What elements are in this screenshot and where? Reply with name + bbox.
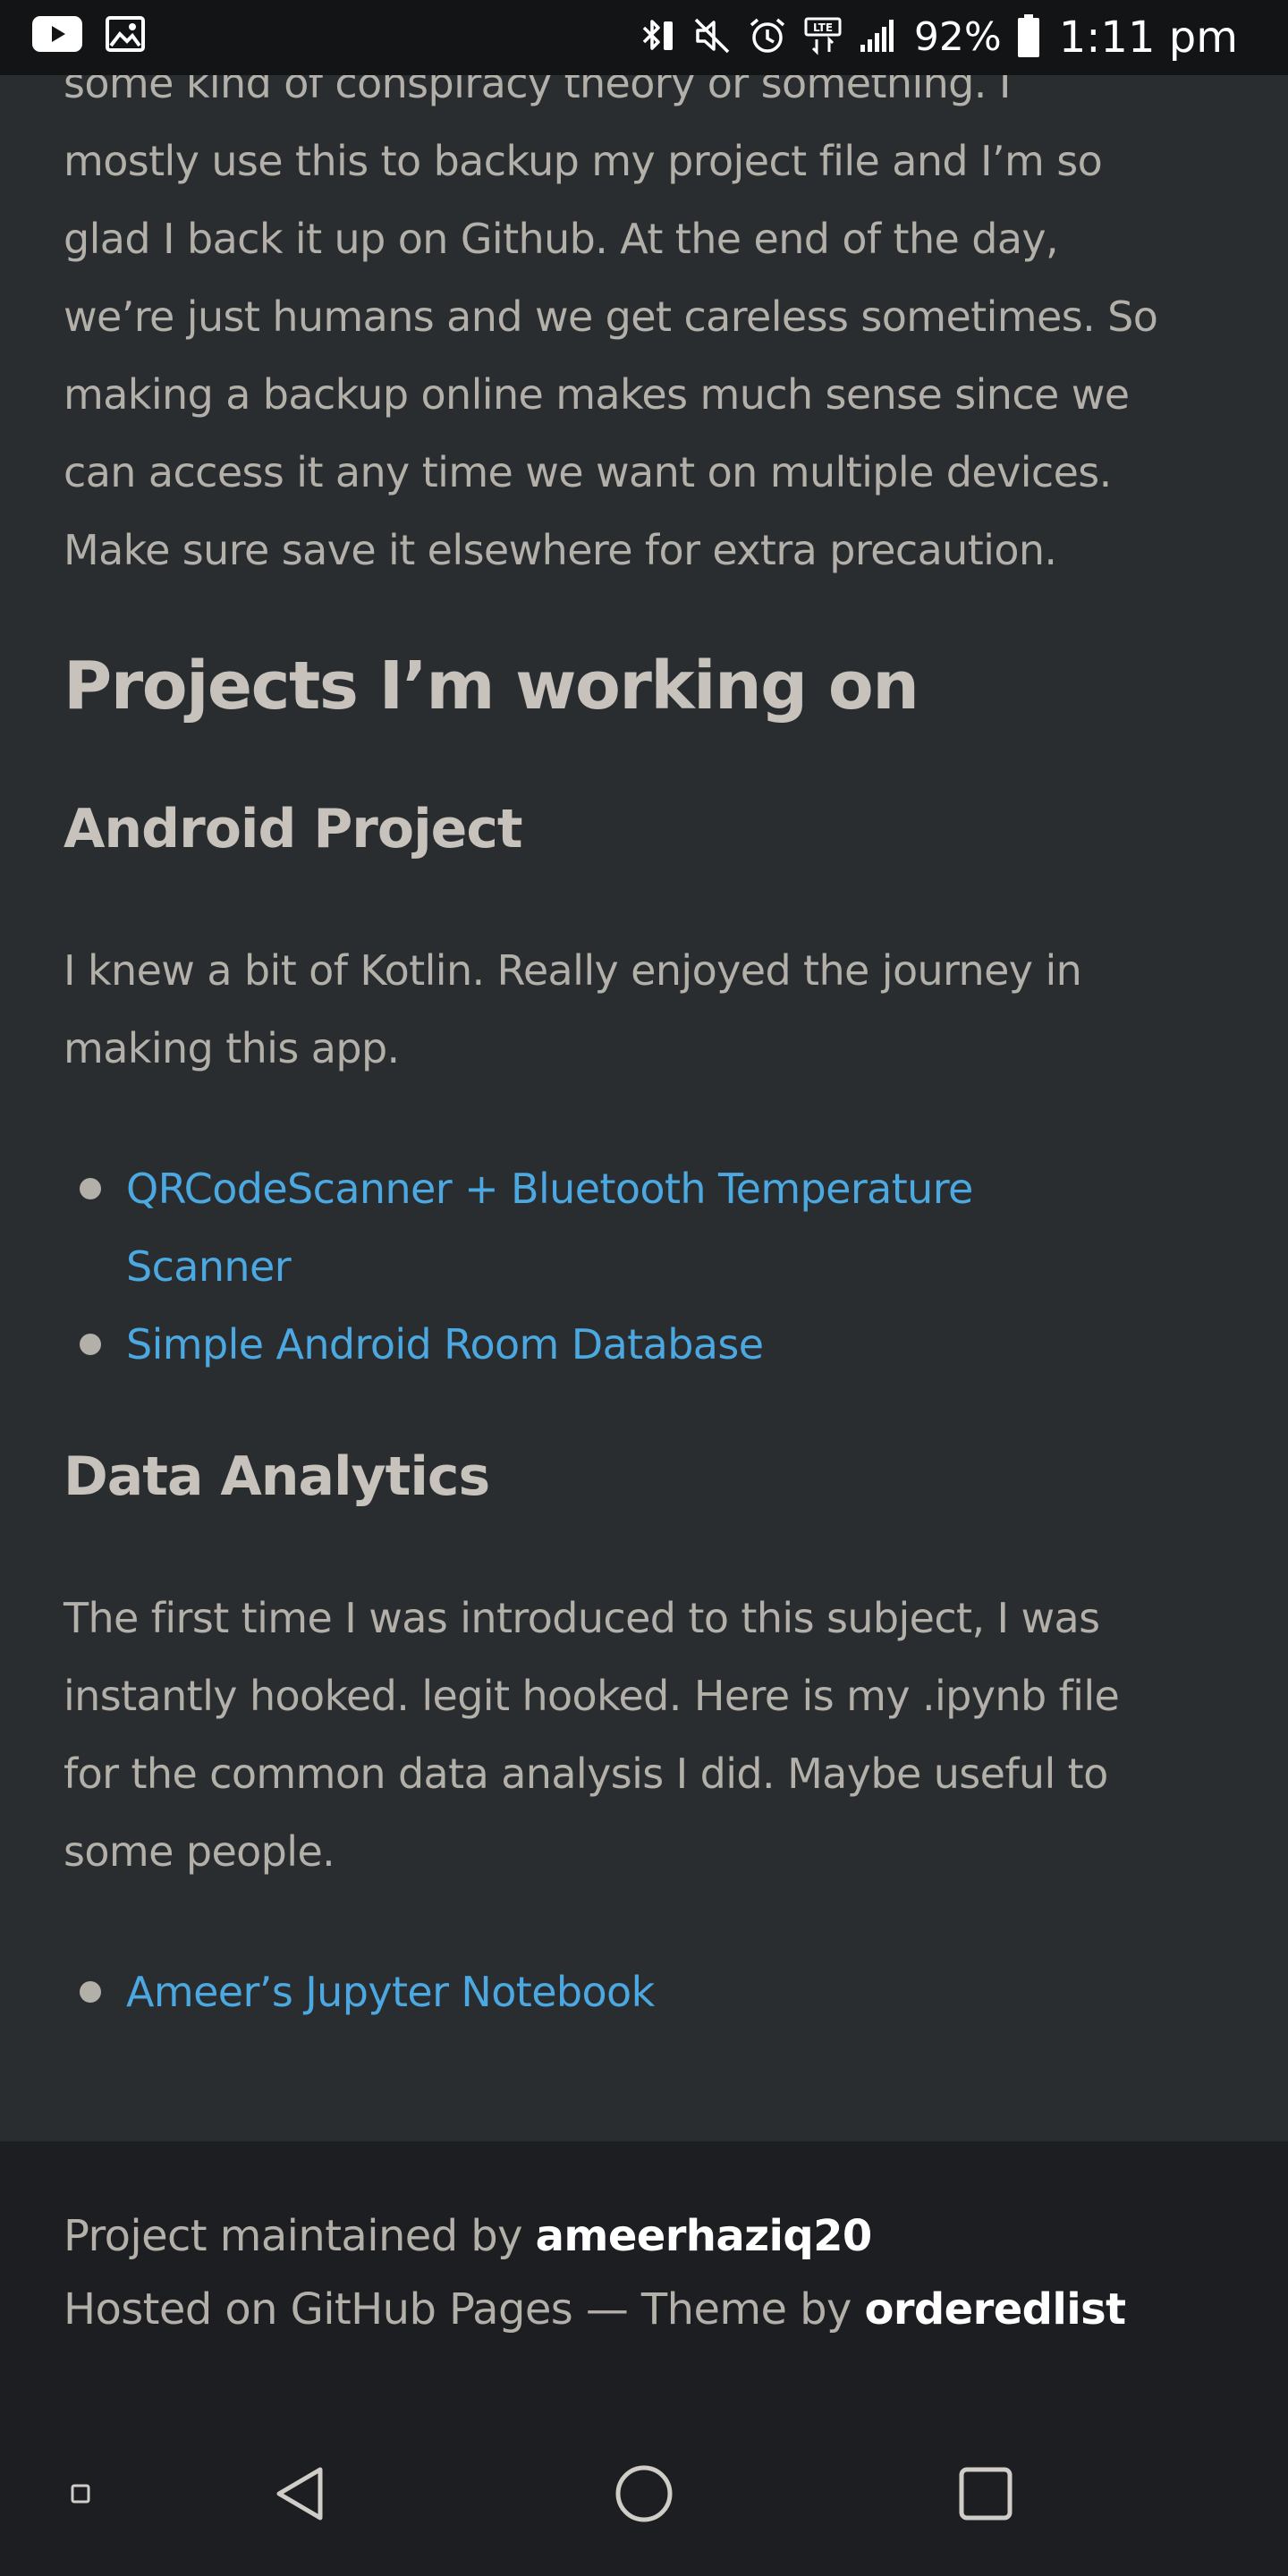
text-line: for the common data analysis I did. Mayb… [64,1750,1108,1798]
battery-icon [1017,14,1039,61]
text-line: some people. [64,1827,335,1876]
text-line: can access it any time we want on multip… [64,448,1112,496]
list-item: Ameer’s Jupyter Notebook [0,1953,1288,2031]
android-project-heading: Android Project [64,798,523,860]
bullet [80,1981,101,2003]
clock: 1:11 pm [1058,13,1238,63]
data-analytics-heading: Data Analytics [64,1445,490,1508]
link-text-line: Ameer’s Jupyter Notebook [126,1968,655,2016]
text-line: I knew a bit of Kotlin. Really enjoyed t… [64,946,1082,995]
footer-hosted-text: Hosted on GitHub Pages — Theme by [64,2284,865,2334]
data-analytics-description: The first time I was introduced to this … [64,1580,1120,1891]
text-line: making a backup online makes much sense … [64,370,1130,419]
text-line: making this app. [64,1024,400,1072]
footer-maintained-prefix: Project maintained by [64,2211,536,2261]
mute-icon [692,16,732,59]
navigation-bar [0,2415,1288,2576]
bullet [80,1334,101,1355]
signal-icon [859,16,898,59]
bluetooth-icon [637,16,676,59]
home-button[interactable] [590,2415,698,2576]
list-item: QRCodeScanner + Bluetooth Temperature Sc… [0,1150,1288,1306]
link-text-line: QRCodeScanner + Bluetooth Temperature [126,1165,973,1213]
android-project-links: QRCodeScanner + Bluetooth Temperature Sc… [0,1150,1288,1384]
projects-heading: Projects I’m working on [64,648,919,724]
text-line: mostly use this to backup my project fil… [64,137,1103,185]
text-line: Make sure save it elsewhere for extra pr… [64,526,1057,574]
recents-icon [957,2465,1014,2526]
link-text-line: Simple Android Room Database [126,1320,764,1368]
list-item: Simple Android Room Database [0,1306,1288,1384]
android-project-description: I knew a bit of Kotlin. Really enjoyed t… [64,932,1082,1088]
recents-button[interactable] [932,2415,1039,2576]
small-square-icon [70,2483,91,2508]
footer-maintained-line: Project maintained by ameerhaziq20 [64,2211,872,2261]
data-analytics-links: Ameer’s Jupyter Notebook [0,1953,1288,2031]
lte-icon: LTE [803,16,843,59]
home-icon [614,2463,674,2528]
footer: Project maintained by ameerhaziq20 Hoste… [0,2141,1288,2415]
status-bar: LTE 92% 1:11 pm [0,0,1288,75]
qrcodescanner-link[interactable]: QRCodeScanner + Bluetooth Temperature Sc… [126,1150,1288,1306]
back-button[interactable] [247,2415,354,2576]
status-right-icons: LTE 92% 1:11 pm [637,0,1238,75]
youtube-icon [32,16,82,55]
link-text-line: Scanner [126,1242,292,1291]
maintainer-link[interactable]: ameerhaziq20 [536,2211,873,2261]
text-line: glad I back it up on Github. At the end … [64,215,1059,263]
svg-text:LTE: LTE [813,21,833,34]
intro-paragraph: some kind of conspiracy theory or someth… [64,45,1158,589]
text-line: The first time I was introduced to this … [64,1594,1100,1642]
text-line: instantly hooked. legit hooked. Here is … [64,1672,1120,1720]
bullet [80,1178,101,1199]
status-left-icons [32,16,145,55]
image-icon [106,16,145,55]
jupyter-notebook-link[interactable]: Ameer’s Jupyter Notebook [126,1953,1288,2031]
room-database-link[interactable]: Simple Android Room Database [126,1306,1288,1384]
screen: LTE 92% 1:11 pm some kind of conspiracy … [0,0,1288,2576]
small-square-button[interactable] [36,2415,125,2576]
text-line: we’re just humans and we get careless so… [64,292,1158,341]
battery-percentage: 92% [913,14,1002,60]
theme-author-link[interactable]: orderedlist [864,2284,1126,2334]
footer-hosted-line: Hosted on GitHub Pages — Theme by ordere… [64,2284,1126,2334]
back-icon [272,2465,329,2526]
alarm-icon [748,16,787,59]
